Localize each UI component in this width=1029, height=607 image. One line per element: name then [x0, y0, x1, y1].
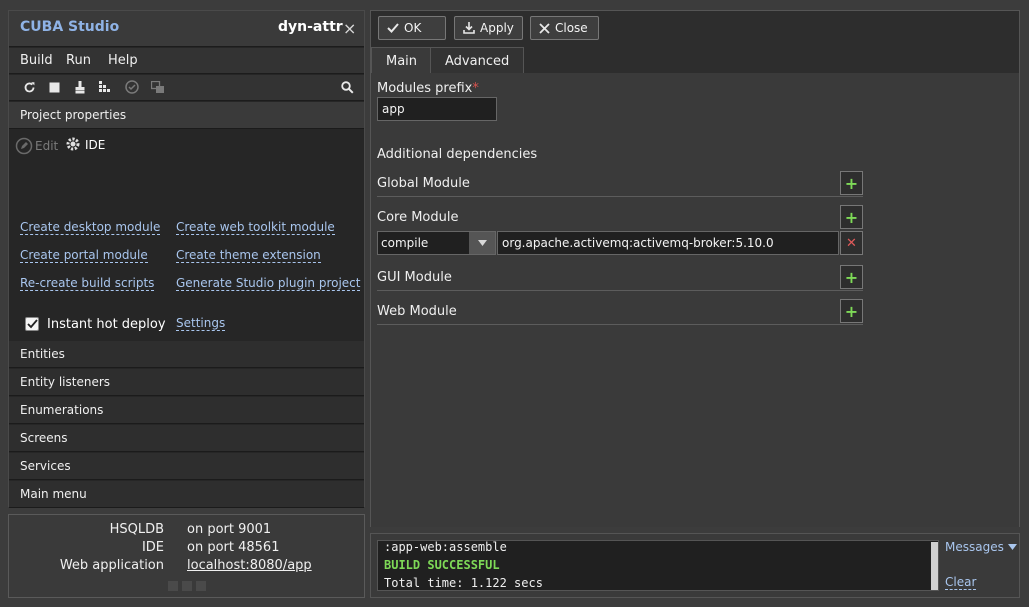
- status-dot: [196, 581, 206, 591]
- status-dot: [168, 581, 178, 591]
- remove-dependency-button[interactable]: ✕: [840, 231, 863, 255]
- chevron-down-icon: [1007, 544, 1017, 550]
- close-button[interactable]: Close: [530, 16, 599, 40]
- ide-button[interactable]: IDE: [85, 138, 105, 152]
- required-mark: *: [472, 81, 479, 96]
- additional-dependencies-label: Additional dependencies: [377, 147, 538, 162]
- tab-main[interactable]: Main: [371, 47, 433, 73]
- dependency-artifact-input[interactable]: [497, 231, 839, 255]
- instant-hot-deploy-checkbox[interactable]: [25, 317, 39, 331]
- studio-toolbar: [9, 75, 364, 101]
- project-name: dyn-attr: [278, 19, 343, 35]
- core-module-label: Core Module: [377, 210, 459, 225]
- check-icon: [387, 23, 399, 33]
- add-gui-dependency-button[interactable]: +: [840, 265, 863, 289]
- build-blocks-icon[interactable]: [97, 79, 113, 95]
- section-enumerations[interactable]: Enumerations: [9, 397, 364, 424]
- studio-header: CUBA Studio dyn-attr ×: [9, 11, 364, 47]
- section-main-menu[interactable]: Main menu: [9, 481, 364, 508]
- modules-prefix-input[interactable]: [377, 97, 497, 121]
- tab-advanced[interactable]: Advanced: [430, 47, 525, 73]
- status-hsqldb-key: HSQLDB: [109, 522, 164, 537]
- generate-studio-plugin-link[interactable]: Generate Studio plugin project: [176, 276, 361, 291]
- project-properties-editor: OK Apply Close Main Advanced Modules pre…: [370, 10, 1020, 527]
- create-theme-extension-link[interactable]: Create theme extension: [176, 248, 321, 263]
- studio-panel: CUBA Studio dyn-attr × Build Run Help Pr…: [8, 10, 365, 508]
- ok-button[interactable]: OK: [378, 16, 446, 40]
- core-module-row: Core Module +: [377, 205, 863, 231]
- console-line: BUILD SUCCESSFUL: [384, 558, 500, 572]
- apply-button[interactable]: Apply: [454, 16, 523, 40]
- status-hsqldb-value: on port 9001: [187, 522, 272, 537]
- create-web-toolkit-module-link[interactable]: Create web toolkit module: [176, 220, 335, 235]
- status-ide-value: on port 48561: [187, 540, 280, 555]
- section-entity-listeners[interactable]: Entity listeners: [9, 369, 364, 396]
- brush-icon[interactable]: [72, 79, 88, 95]
- section-screens[interactable]: Screens: [9, 425, 364, 452]
- status-webapp-key: Web application: [59, 558, 164, 573]
- add-web-dependency-button[interactable]: +: [840, 299, 863, 323]
- dependency-scope-select[interactable]: compile: [377, 231, 496, 255]
- global-module-label: Global Module: [377, 176, 470, 191]
- modules-prefix-label: Modules prefix*: [377, 81, 479, 96]
- apply-label: Apply: [480, 21, 514, 35]
- dependency-scope-value: compile: [381, 236, 429, 250]
- menu-build[interactable]: Build: [20, 53, 53, 68]
- build-console-panel: :app-web:assemble BUILD SUCCESSFUL Total…: [370, 533, 1020, 598]
- stack-icon[interactable]: [150, 79, 166, 95]
- add-global-dependency-button[interactable]: +: [840, 171, 863, 195]
- tab-strip: Main Advanced: [371, 45, 1019, 73]
- webapp-url-link[interactable]: localhost:8080/app: [187, 558, 312, 573]
- gui-module-label: GUI Module: [377, 270, 452, 285]
- add-core-dependency-button[interactable]: +: [840, 205, 863, 229]
- gear-icon: [65, 136, 81, 155]
- console-line: :app-web:assemble: [384, 540, 507, 554]
- close-label: Close: [555, 21, 588, 35]
- app-title: CUBA Studio: [20, 19, 120, 35]
- console-output[interactable]: :app-web:assemble BUILD SUCCESSFUL Total…: [377, 540, 939, 591]
- messages-dropdown[interactable]: Messages: [945, 540, 1017, 554]
- create-portal-module-link[interactable]: Create portal module: [20, 248, 148, 263]
- close-icon[interactable]: ×: [343, 19, 356, 38]
- instant-hot-deploy-label: Instant hot deploy: [47, 317, 166, 332]
- check-circle-icon[interactable]: [124, 79, 140, 95]
- edit-button[interactable]: Edit: [35, 139, 58, 153]
- download-icon: [463, 22, 475, 34]
- menu-bar: Build Run Help: [9, 48, 364, 74]
- clear-console-link[interactable]: Clear: [945, 575, 977, 590]
- stop-icon[interactable]: [46, 79, 62, 95]
- ok-label: OK: [404, 21, 422, 35]
- menu-run[interactable]: Run: [66, 53, 91, 68]
- console-line: Total time: 1.122 secs: [384, 576, 543, 590]
- status-dot: [182, 581, 192, 591]
- section-entities[interactable]: Entities: [9, 341, 364, 368]
- chevron-down-icon[interactable]: [469, 232, 495, 254]
- console-scrollbar[interactable]: [931, 542, 938, 590]
- section-project-properties[interactable]: Project properties: [9, 102, 364, 129]
- refresh-icon[interactable]: [21, 79, 37, 95]
- create-desktop-module-link[interactable]: Create desktop module: [20, 220, 161, 235]
- server-status-panel: HSQLDB on port 9001 IDE on port 48561 We…: [8, 514, 365, 598]
- close-icon: [539, 22, 550, 34]
- gui-module-row: GUI Module +: [377, 265, 863, 291]
- main-tab-content: Modules prefix* Additional dependencies …: [371, 73, 1019, 527]
- section-services[interactable]: Services: [9, 453, 364, 480]
- edit-icon: [15, 137, 33, 158]
- web-module-row: Web Module +: [377, 299, 863, 325]
- settings-link[interactable]: Settings: [176, 316, 226, 331]
- menu-help[interactable]: Help: [108, 53, 138, 68]
- messages-label: Messages: [945, 540, 1004, 554]
- status-ide-key: IDE: [141, 540, 164, 555]
- editor-toolbar: OK Apply Close: [371, 11, 1019, 45]
- search-icon[interactable]: [339, 79, 355, 95]
- recreate-build-scripts-link[interactable]: Re-create build scripts: [20, 276, 155, 291]
- global-module-row: Global Module +: [377, 171, 863, 197]
- web-module-label: Web Module: [377, 304, 457, 319]
